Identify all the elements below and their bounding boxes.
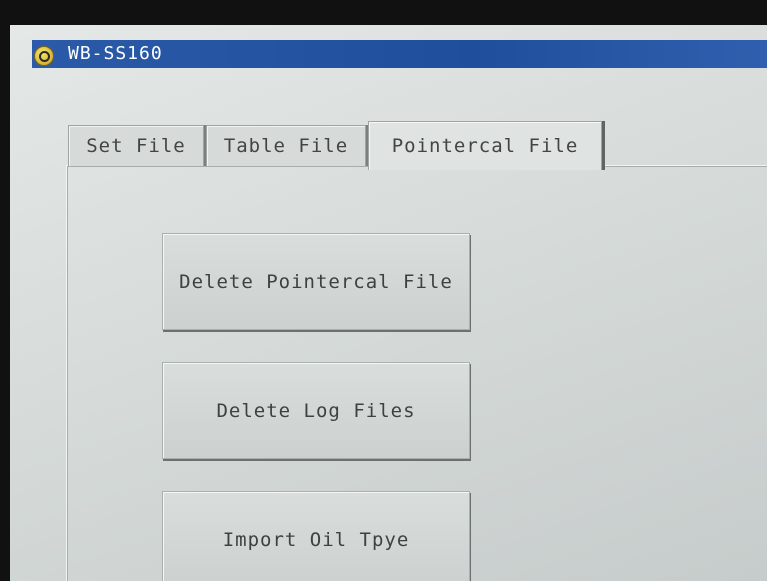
title-bar: WB-SS160 — [32, 40, 767, 68]
window-title: WB-SS160 — [68, 43, 163, 64]
tab-table-file[interactable]: Table File — [206, 125, 366, 166]
tab-pointercal-file[interactable]: Pointercal File — [368, 121, 602, 170]
import-oil-type-button[interactable]: Import Oil Tpye — [162, 491, 470, 581]
delete-pointercal-file-button[interactable]: Delete Pointercal File — [162, 233, 470, 330]
tab-set-file[interactable]: Set File — [68, 125, 204, 166]
app-logo-icon — [34, 46, 54, 66]
delete-log-files-button[interactable]: Delete Log Files — [162, 362, 470, 459]
screen: WB-SS160 Set File Table File Pointercal … — [10, 25, 767, 581]
